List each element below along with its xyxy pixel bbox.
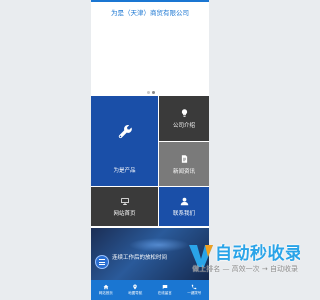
- footer-home[interactable]: 网站首页: [91, 280, 121, 300]
- watermark: 自动秒收录 做上排名 — 高效一次 → 自动收录: [186, 236, 300, 276]
- footer-map-label: 地图导航: [128, 291, 143, 295]
- menu-icon: [99, 259, 105, 260]
- chat-icon: [162, 285, 167, 289]
- menu-button[interactable]: [95, 255, 109, 269]
- banner-slider[interactable]: [91, 22, 209, 96]
- tile-home-label: 网站首页: [113, 210, 136, 217]
- person-icon: [180, 197, 188, 205]
- slider-dot-active[interactable]: [152, 91, 155, 94]
- nav-grid: 为是产品 公司介绍 新闻资讯 网站首页 联系我们: [91, 96, 209, 226]
- tile-news[interactable]: 新闻资讯: [159, 142, 209, 186]
- footer-message[interactable]: 在线留言: [150, 280, 180, 300]
- lightbulb-icon: [181, 109, 187, 117]
- promo-caption: 连续工作后的放松时间: [112, 255, 168, 261]
- footer-message-label: 在线留言: [157, 291, 172, 295]
- tile-products-label: 为是产品: [113, 168, 136, 174]
- tile-home[interactable]: 网站首页: [91, 187, 158, 226]
- page: 为是（天津）商贸有限公司 为是产品 公司介绍 新闻资讯 网站首页 联系我们 连续…: [0, 0, 300, 300]
- tile-news-label: 新闻资讯: [172, 168, 195, 175]
- monitor-icon: [120, 197, 129, 205]
- watermark-title: 自动秒收录: [215, 244, 300, 264]
- tile-contact[interactable]: 联系我们: [159, 187, 209, 226]
- slider-dots: [147, 91, 155, 94]
- slider-dot[interactable]: [147, 91, 150, 94]
- tile-products[interactable]: 为是产品: [91, 96, 158, 186]
- tile-about[interactable]: 公司介绍: [159, 96, 209, 141]
- watermark-subtitle: 做上排名 — 高效一次 → 自动收录: [192, 265, 298, 273]
- phone-icon: [192, 284, 197, 290]
- site-header: 为是（天津）商贸有限公司: [91, 0, 209, 22]
- footer-map[interactable]: 地图导航: [121, 280, 151, 300]
- wrench-icon: [118, 125, 132, 139]
- company-name[interactable]: 为是（天津）商贸有限公司: [111, 7, 189, 17]
- tile-contact-label: 联系我们: [172, 210, 195, 217]
- footer-home-label: 网站首页: [98, 291, 113, 295]
- tile-about-label: 公司介绍: [172, 123, 195, 129]
- bottom-nav: 网站首页 地图导航 在线留言 一键拨号: [91, 280, 209, 300]
- footer-call[interactable]: 一键拨号: [180, 280, 210, 300]
- home-icon: [103, 284, 109, 290]
- glow-decoration: [129, 238, 189, 252]
- document-icon: [181, 154, 187, 163]
- map-pin-icon: [133, 284, 137, 290]
- footer-call-label: 一键拨号: [187, 291, 202, 295]
